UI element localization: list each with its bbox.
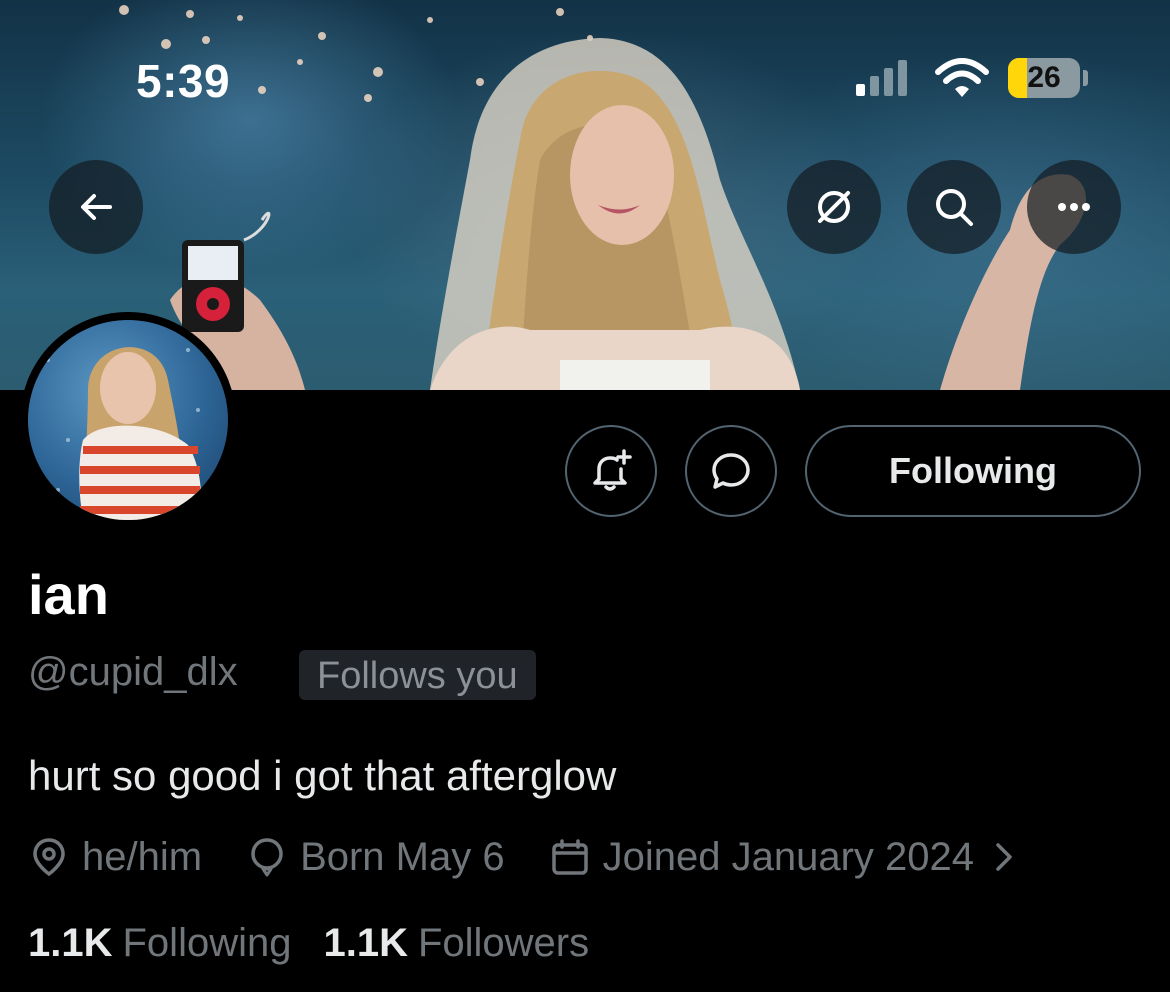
battery-nub [1083,70,1088,86]
calendar-icon [551,839,588,875]
pronouns-item: he/him [28,835,202,880]
cellular-signal-icon [856,60,907,96]
back-button[interactable] [49,160,143,254]
search-icon [936,189,973,226]
joined-text: Joined January 2024 [602,834,974,879]
notify-button[interactable] [565,425,657,517]
birthday-item: Born May 6 [246,835,505,880]
follow-stats: 1.1K Following 1.1K Followers [28,918,621,968]
bell-plus-icon [593,449,632,491]
following-count[interactable]: 1.1K [28,921,113,966]
message-button[interactable] [685,425,777,517]
battery-level: 26 [1027,61,1061,94]
slashed-circle-icon [818,191,850,223]
balloon-icon [251,838,283,877]
chevron-right-icon[interactable] [992,839,1016,875]
status-bar-time: 5:39 [136,55,231,107]
location-pin-icon [33,838,65,877]
following-label[interactable]: Following [123,921,292,966]
pronouns-text: he/him [82,834,203,879]
battery-indicator: 26 [1008,58,1080,98]
handle: @cupid_dlx [28,650,238,694]
more-button[interactable] [1027,160,1121,254]
bio: hurt so good i got that afterglow [28,752,617,799]
more-horizontal-icon [1058,203,1090,211]
search-button[interactable] [907,160,1001,254]
wifi-icon [935,58,989,97]
birthday-text: Born May 6 [300,834,505,879]
follows-you-badge: Follows you [299,650,536,700]
message-bubble-icon [712,453,750,489]
display-name: ian [28,563,109,626]
followers-label[interactable]: Followers [418,921,589,966]
grok-button[interactable] [787,160,881,254]
followers-count[interactable]: 1.1K [323,921,408,966]
joined-item[interactable]: Joined January 2024 [549,835,974,880]
avatar[interactable] [20,312,236,528]
avatar-photo [28,320,228,520]
arrow-left-icon [81,194,112,220]
profile-meta-row: he/him Born May 6 Joined January 2024 [28,832,1016,882]
following-button[interactable]: Following [805,425,1141,517]
